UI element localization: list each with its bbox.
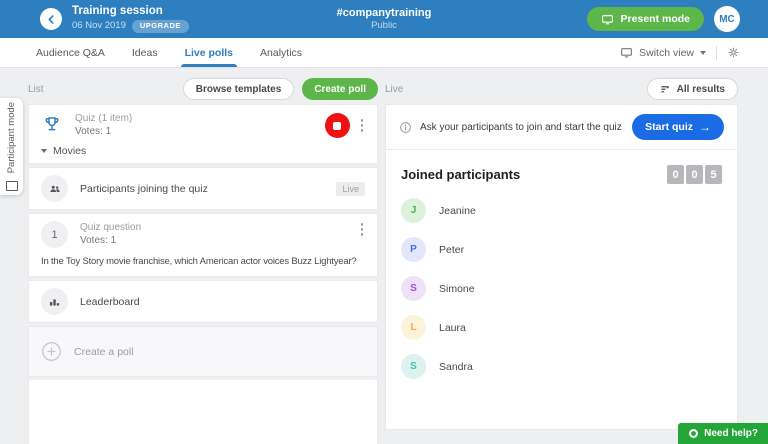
live-section-label: Live — [385, 84, 403, 95]
event-visibility: Public — [337, 20, 432, 31]
event-code-block: #companytraining Public — [337, 7, 432, 32]
kebab-menu-icon[interactable] — [359, 221, 366, 238]
participant-mode-tab[interactable]: Participant mode — [0, 98, 23, 195]
joined-participants-heading: Joined participants — [401, 167, 520, 182]
empty-list-area — [28, 380, 378, 444]
participant-avatar: S — [401, 276, 426, 301]
need-help-button[interactable]: Need help? — [678, 423, 768, 444]
participant-list: J Jeanine P Peter S Simone L Laura S S — [386, 193, 737, 384]
participant-name: Sandra — [439, 361, 473, 373]
chevron-left-icon — [45, 13, 58, 26]
session-title: Training session — [72, 5, 189, 18]
participant-name: Jeanine — [439, 205, 476, 217]
list-section-label: List — [28, 84, 44, 95]
browse-templates-button[interactable]: Browse templates — [183, 78, 295, 100]
need-help-label: Need help? — [704, 428, 758, 439]
banner-text: Ask your participants to join and start … — [420, 122, 622, 133]
tab-analytics[interactable]: Analytics — [260, 38, 302, 67]
participant-name: Peter — [439, 244, 464, 256]
create-a-poll-label: Create a poll — [74, 346, 134, 358]
question-votes: Votes: 1 — [80, 235, 141, 248]
stop-icon — [333, 122, 341, 130]
tab-audience-qa[interactable]: Audience Q&A — [36, 38, 105, 67]
participant-name: Laura — [439, 322, 466, 334]
counter-digit: 0 — [686, 165, 703, 184]
question-number-badge: 1 — [41, 221, 68, 248]
participant-avatar: P — [401, 237, 426, 262]
quiz-question-row[interactable]: 1 Quiz question Votes: 1 In the Toy Stor… — [28, 213, 378, 277]
caret-down-icon — [41, 149, 47, 153]
start-quiz-button[interactable]: Start quiz → — [632, 114, 724, 140]
start-quiz-banner: Ask your participants to join and start … — [386, 105, 737, 150]
live-card: Ask your participants to join and start … — [385, 104, 738, 430]
participant-avatar: J — [401, 198, 426, 223]
create-poll-button[interactable]: Create poll — [302, 78, 378, 100]
tab-bar: Audience Q&A Ideas Live polls Analytics … — [0, 38, 768, 68]
session-date: 06 Nov 2019 — [72, 21, 126, 32]
switch-view-label: Switch view — [639, 47, 694, 59]
poll-list-panel: List Browse templates Create poll Quiz (… — [28, 74, 378, 444]
participant-avatar: L — [401, 315, 426, 340]
participant-counter: 0 0 5 — [667, 165, 722, 184]
all-results-button[interactable]: All results — [647, 78, 738, 100]
present-mode-label: Present mode — [621, 13, 690, 25]
question-text: In the Toy Story movie franchise, which … — [41, 256, 365, 267]
divider — [716, 46, 717, 60]
participant-row: S Simone — [386, 271, 737, 306]
participant-avatar: S — [401, 354, 426, 379]
participant-row: J Jeanine — [386, 193, 737, 228]
arrow-right-icon: → — [699, 120, 711, 134]
participant-row: P Peter — [386, 232, 737, 267]
participant-mode-label: Participant mode — [6, 102, 17, 173]
participant-row: L Laura — [386, 310, 737, 345]
participant-row: S Sandra — [386, 349, 737, 384]
quiz-group-label: Movies — [53, 145, 86, 157]
help-ring-icon — [688, 428, 699, 439]
upgrade-badge[interactable]: UPGRADE — [132, 20, 189, 33]
session-title-block: Training session 06 Nov 2019 UPGRADE — [72, 5, 189, 33]
app-window: Training session 06 Nov 2019 UPGRADE #co… — [0, 0, 768, 444]
monitor-icon — [601, 13, 614, 26]
counter-digit: 5 — [705, 165, 722, 184]
gear-icon — [727, 46, 740, 59]
live-status-badge: Live — [336, 182, 365, 196]
user-avatar[interactable]: MC — [714, 6, 740, 32]
participants-joining-label: Participants joining the quiz — [80, 183, 208, 195]
stop-quiz-button[interactable] — [325, 113, 350, 138]
top-header: Training session 06 Nov 2019 UPGRADE #co… — [0, 0, 768, 38]
people-icon — [41, 175, 68, 202]
create-a-poll-row[interactable]: Create a poll — [28, 326, 378, 377]
results-bars-icon — [660, 84, 671, 95]
chevron-down-icon — [700, 51, 706, 55]
info-icon — [399, 121, 412, 134]
plus-circle-icon — [41, 341, 62, 362]
trophy-icon — [43, 115, 61, 133]
quiz-title: Quiz (1 item) — [75, 113, 132, 126]
monitor-icon — [620, 46, 633, 59]
event-hashtag: #companytraining — [337, 7, 432, 20]
leaderboard-label: Leaderboard — [80, 296, 140, 308]
kebab-menu-icon[interactable] — [359, 117, 366, 134]
leaderboard-row[interactable]: Leaderboard — [28, 280, 378, 323]
back-button[interactable] — [40, 8, 62, 30]
question-type-label: Quiz question — [80, 222, 141, 235]
switch-view-dropdown[interactable]: Switch view — [620, 46, 706, 59]
participant-name: Simone — [439, 283, 475, 295]
present-mode-button[interactable]: Present mode — [587, 7, 704, 31]
quiz-group-toggle[interactable]: Movies — [41, 145, 365, 157]
tab-live-polls[interactable]: Live polls — [185, 38, 233, 67]
participants-joining-row[interactable]: Participants joining the quiz Live — [28, 167, 378, 210]
monitor-icon — [6, 181, 18, 191]
podium-icon — [41, 288, 68, 315]
tab-ideas[interactable]: Ideas — [132, 38, 158, 67]
settings-gear-button[interactable] — [727, 46, 740, 59]
live-panel: Live All results Ask your participants t… — [385, 74, 738, 430]
quiz-card[interactable]: Quiz (1 item) Votes: 1 Movies — [28, 104, 378, 164]
quiz-votes: Votes: 1 — [75, 126, 132, 139]
counter-digit: 0 — [667, 165, 684, 184]
